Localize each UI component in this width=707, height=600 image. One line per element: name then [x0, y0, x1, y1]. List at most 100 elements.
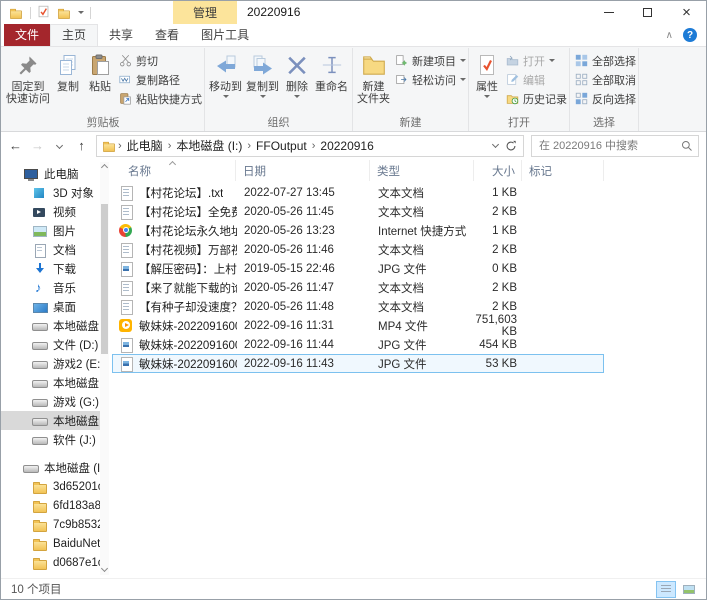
sidebar-item[interactable]: 3d65201cf4 [1, 477, 109, 496]
history-icon [506, 92, 519, 105]
file-date: 2022-09-16 11:43 [237, 358, 371, 370]
new-item-button[interactable]: 新建项目 [395, 53, 466, 68]
sidebar-item[interactable]: 本地磁盘 (C [1, 316, 109, 335]
sidebar-item[interactable]: 本地磁盘 (F: [1, 373, 109, 392]
sidebar-item[interactable]: 音乐 [1, 278, 109, 297]
file-date: 2022-09-16 11:31 [237, 320, 371, 332]
copy-to-button[interactable]: 复制到 [244, 48, 281, 116]
file-row[interactable]: 【来了就能下载的论坛... 2020-05-26 11:47 文本文档 2 KB [112, 278, 604, 297]
column-header-type[interactable]: 类型 [370, 160, 474, 181]
rename-button[interactable]: 重命名 [313, 48, 350, 116]
file-row[interactable]: 【村花论坛】全免费-无... 2020-05-26 11:45 文本文档 2 K… [112, 202, 604, 221]
maximize-button[interactable] [628, 1, 667, 24]
column-header-name[interactable]: 名称 [112, 160, 236, 181]
help-icon[interactable]: ? [683, 28, 697, 42]
scrollbar-thumb[interactable] [101, 204, 108, 354]
file-row[interactable]: 敏妹妹-2022091600183... 2022-09-16 11:31 MP… [112, 316, 604, 335]
move-to-button[interactable]: 移动到 [207, 48, 244, 116]
minimize-button[interactable] [589, 1, 628, 24]
file-size: 2 KB [475, 206, 523, 218]
copy-icon [56, 51, 80, 79]
main-area: 此电脑 3D 对象 视频 图片 文档 下载 音乐 桌面 本地磁盘 (C 文件 (… [1, 159, 706, 578]
breadcrumb-current-folder[interactable]: 20220916 [316, 139, 377, 153]
sidebar-item[interactable]: 游戏 (G:) [1, 392, 109, 411]
edit-button[interactable]: 编辑 [506, 72, 567, 87]
pin-to-quick-access-button[interactable]: 固定到 快速访问 [4, 48, 52, 116]
breadcrumb-this-pc[interactable]: 此电脑 [123, 137, 167, 154]
collapse-ribbon-icon[interactable]: ∧ [666, 30, 673, 41]
qat-properties-button[interactable] [37, 5, 50, 21]
file-row[interactable]: 【解压密码】：上村花... 2019-05-15 22:46 JPG 文件 0 … [112, 259, 604, 278]
navigation-tree: 此电脑 3D 对象 视频 图片 文档 下载 音乐 桌面 本地磁盘 (C 文件 (… [1, 164, 109, 572]
details-view-button[interactable] [656, 581, 676, 598]
search-icon[interactable] [681, 140, 693, 152]
file-row[interactable]: 敏妹妹-2022091600183... 2022-09-16 11:43 JP… [112, 354, 604, 373]
address-box[interactable]: › 此电脑 › 本地磁盘 (I:) › FFOutput › 20220916 [96, 135, 524, 157]
sidebar-item[interactable]: 此电脑 [1, 164, 109, 183]
sidebar-item[interactable]: BaiduNetdi [1, 534, 109, 553]
forward-button[interactable]: → [27, 138, 48, 153]
up-button[interactable]: ↑ [71, 138, 92, 153]
history-button[interactable]: 历史记录 [506, 91, 567, 106]
breadcrumb-drive-i[interactable]: 本地磁盘 (I:) [172, 137, 246, 154]
sidebar-item[interactable]: 桌面 [1, 297, 109, 316]
scroll-up-icon[interactable] [101, 164, 108, 171]
column-header-size[interactable]: 大小 [474, 160, 522, 181]
tab-share[interactable]: 共享 [98, 24, 144, 46]
back-button[interactable]: ← [5, 138, 26, 153]
sidebar-item[interactable]: 下载 [1, 259, 109, 278]
properties-button[interactable]: 属性 [471, 48, 503, 116]
context-tab-manage[interactable]: 管理 [173, 1, 237, 24]
select-all-button[interactable]: 全部选择 [575, 53, 636, 68]
scroll-down-icon[interactable] [101, 565, 108, 572]
address-history-dropdown-icon[interactable] [492, 141, 499, 148]
close-button[interactable]: × [667, 1, 706, 24]
sidebar-item[interactable]: 文档 [1, 240, 109, 259]
file-name: 【来了就能下载的论坛... [139, 280, 237, 296]
qat-new-folder-button[interactable] [57, 6, 71, 20]
open-button[interactable]: 打开 [506, 53, 567, 68]
sidebar-scrollbar[interactable] [100, 162, 109, 575]
select-none-button[interactable]: 全部取消 [575, 72, 636, 87]
qat-customize-dropdown-icon[interactable] [78, 11, 84, 14]
breadcrumb-ffoutput[interactable]: FFOutput [252, 139, 311, 153]
sidebar-item[interactable]: 游戏2 (E:) [1, 354, 109, 373]
sidebar-item[interactable]: 文件 (D:) [1, 335, 109, 354]
sidebar-item-icon [32, 337, 48, 353]
sidebar-item[interactable]: 6fd183a818 [1, 496, 109, 515]
cut-button[interactable]: 剪切 [119, 53, 202, 68]
thumbnails-view-button[interactable] [679, 581, 699, 598]
invert-selection-button[interactable]: 反向选择 [575, 91, 636, 106]
sidebar-item[interactable]: 3D 对象 [1, 183, 109, 202]
sidebar-item[interactable]: 7c9b8532a [1, 515, 109, 534]
file-row[interactable]: 敏妹妹-2022091600183... 2022-09-16 11:44 JP… [112, 335, 604, 354]
sidebar-item[interactable]: 图片 [1, 221, 109, 240]
tab-file[interactable]: 文件 [4, 24, 50, 46]
recent-locations-dropdown[interactable] [49, 138, 70, 153]
tab-home[interactable]: 主页 [50, 24, 98, 46]
paste-button[interactable]: 粘贴 [84, 48, 116, 116]
sidebar-item[interactable]: 视频 [1, 202, 109, 221]
tab-view[interactable]: 查看 [144, 24, 190, 46]
copy-path-button[interactable]: 复制路径 [119, 72, 202, 87]
paste-shortcut-button[interactable]: 粘贴快捷方式 [119, 91, 202, 106]
file-row[interactable]: 【有种子却没速度？来... 2020-05-26 11:48 文本文档 2 KB [112, 297, 604, 316]
copy-button[interactable]: 复制 [52, 48, 84, 116]
file-row[interactable]: 【村花论坛】.txt 2022-07-27 13:45 文本文档 1 KB [112, 183, 604, 202]
sidebar-item[interactable]: 本地磁盘 (I:) [1, 458, 109, 477]
tab-picture-tools[interactable]: 图片工具 [190, 24, 260, 46]
new-folder-button[interactable]: 新建 文件夹 [355, 48, 392, 116]
sidebar-item[interactable]: d0687e1c9 [1, 553, 109, 572]
column-header-date[interactable]: 日期 [236, 160, 370, 181]
pin-icon [16, 51, 40, 79]
file-row[interactable]: 【村花视频】万部视频... 2020-05-26 11:46 文本文档 2 KB [112, 240, 604, 259]
search-input[interactable] [537, 139, 681, 153]
delete-button[interactable]: 删除 [281, 48, 313, 116]
sidebar-item[interactable]: 本地磁盘 (I:) [1, 411, 109, 430]
file-row[interactable]: 【村花论坛永久地址发... 2020-05-26 13:23 Internet … [112, 221, 604, 240]
column-header-tags[interactable]: 标记 [522, 160, 604, 181]
easy-access-button[interactable]: 轻松访问 [395, 72, 466, 87]
refresh-icon[interactable] [505, 140, 517, 152]
file-type: 文本文档 [371, 204, 475, 220]
sidebar-item[interactable]: 软件 (J:) [1, 430, 109, 449]
